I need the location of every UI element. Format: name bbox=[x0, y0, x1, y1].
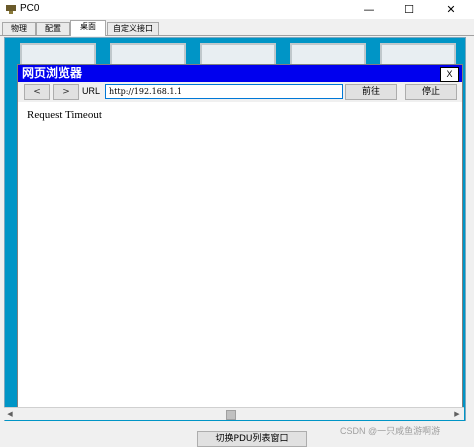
desktop-app-icon[interactable] bbox=[20, 43, 96, 65]
browser-close-button[interactable]: X bbox=[440, 67, 459, 82]
back-button[interactable]: < bbox=[24, 84, 50, 100]
tab-bar: 物理 配置 桌面 自定义接口 bbox=[0, 20, 474, 36]
pc-app-icon bbox=[6, 5, 16, 14]
pdu-list-toggle-button[interactable]: 切换PDU列表窗口 bbox=[197, 431, 307, 447]
scroll-right-icon[interactable]: ▶ bbox=[452, 409, 462, 419]
page-message: Request Timeout bbox=[27, 109, 102, 121]
forward-button[interactable]: > bbox=[53, 84, 79, 100]
desktop-app-icon[interactable] bbox=[290, 43, 366, 65]
desktop-app-icon[interactable] bbox=[200, 43, 276, 65]
tab-physical[interactable]: 物理 bbox=[2, 22, 36, 35]
watermark-text: CSDN @一只咸鱼游啊游 bbox=[340, 426, 441, 436]
horizontal-scrollbar[interactable]: ◀ ▶ bbox=[4, 407, 464, 420]
scroll-left-icon[interactable]: ◀ bbox=[5, 409, 15, 419]
maximize-button[interactable]: ☐ bbox=[394, 0, 424, 19]
minimize-button[interactable]: — bbox=[354, 0, 384, 19]
scroll-thumb[interactable] bbox=[226, 410, 236, 420]
tab-config[interactable]: 配置 bbox=[36, 22, 70, 35]
tab-custom-interface[interactable]: 自定义接口 bbox=[107, 22, 159, 35]
desktop-app-icon[interactable] bbox=[380, 43, 456, 65]
url-label: URL bbox=[82, 86, 101, 96]
window-title: PC0 bbox=[20, 3, 40, 14]
desktop-app-icon[interactable] bbox=[110, 43, 186, 65]
close-button[interactable]: ✕ bbox=[436, 0, 466, 19]
browser-toolbar: < > URL http://192.168.1.1 前往 停止 bbox=[18, 82, 462, 102]
browser-title: 网页浏览器 bbox=[22, 66, 83, 80]
url-input[interactable]: http://192.168.1.1 bbox=[105, 84, 343, 99]
web-browser-window: 网页浏览器 X < > URL http://192.168.1.1 前往 停止… bbox=[17, 64, 463, 409]
browser-titlebar: 网页浏览器 X bbox=[18, 65, 462, 82]
stop-button[interactable]: 停止 bbox=[405, 84, 457, 100]
tab-desktop[interactable]: 桌面 bbox=[70, 20, 106, 36]
window-titlebar: PC0 — ☐ ✕ bbox=[0, 0, 474, 19]
browser-content: Request Timeout bbox=[18, 103, 462, 408]
go-button[interactable]: 前往 bbox=[345, 84, 397, 100]
